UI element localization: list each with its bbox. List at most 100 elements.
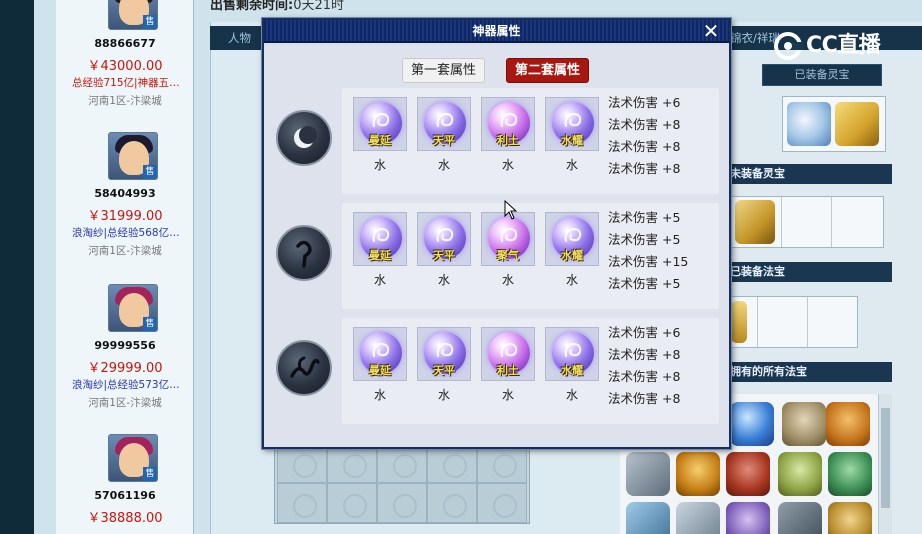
- seller-avatar[interactable]: 售: [108, 132, 158, 180]
- gem-frame: 曼延: [353, 212, 407, 266]
- gem-slot[interactable]: 天平水: [416, 327, 472, 403]
- dialog-title-bar[interactable]: 神器属性 ✕: [264, 20, 729, 43]
- gem-slot[interactable]: 水耀水: [544, 97, 600, 173]
- gem-name: 曼延: [369, 249, 391, 262]
- for-sale-badge: 售: [143, 15, 157, 29]
- seller-avatar[interactable]: 售: [108, 434, 158, 482]
- stat-line: 法术伤害 +8: [608, 161, 681, 176]
- listing-price: ￥29999.00: [87, 361, 163, 376]
- listing-id: 99999556: [94, 339, 156, 352]
- for-sale-badge: 售: [143, 317, 157, 331]
- gem-frame: 聚气: [481, 212, 535, 266]
- stat-line: 法术伤害 +8: [608, 347, 681, 362]
- gem-swirl-icon: [372, 227, 390, 243]
- gem-name: 水耀: [561, 249, 583, 262]
- listing-id: 58404993: [94, 187, 156, 200]
- gem-element: 水: [373, 273, 386, 287]
- listing-server: 河南1区-汴梁城: [88, 245, 162, 257]
- gem-swirl-icon: [436, 227, 454, 243]
- stat-line: 法术伤害 +5: [608, 210, 681, 225]
- gem-frame: 天平: [417, 97, 471, 151]
- second-set-button[interactable]: 第二套属性: [506, 58, 590, 83]
- gem-swirl-icon: [436, 112, 454, 128]
- gem-slot[interactable]: 曼延水: [352, 212, 408, 288]
- gem-swirl-icon: [372, 342, 390, 358]
- gem-slot[interactable]: 天平水: [416, 97, 472, 173]
- gem-name: 天平: [433, 249, 455, 262]
- seller-avatar[interactable]: 售: [108, 284, 158, 332]
- stat-line: 法术伤害 +8: [608, 117, 681, 132]
- stat-list: 法术伤害 +6 法术伤害 +8 法术伤害 +8 法术伤害 +8: [608, 322, 718, 410]
- gem-panel: 曼延水天平水利土水水耀水法术伤害 +6 法术伤害 +8 法术伤害 +8 法术伤害 +8: [342, 318, 719, 424]
- gem-slot[interactable]: 水耀水: [544, 327, 600, 403]
- stat-line: 法术伤害 +5: [608, 232, 681, 247]
- mouse-cursor-icon: [504, 200, 518, 220]
- gem-element: 水: [437, 273, 450, 287]
- dialog-body: 第一套属性 第二套属性 曼延水天平水利土水水耀水法术伤害 +6 法术伤害 +8 法术…: [264, 45, 729, 447]
- gem-name: 天平: [433, 134, 455, 147]
- listing-price: ￥38888.00: [87, 511, 163, 526]
- stat-line: 法术伤害 +8: [608, 139, 681, 154]
- gem-frame: 水耀: [545, 97, 599, 151]
- for-sale-badge: 售: [143, 165, 157, 179]
- gem-slot[interactable]: 水耀水: [544, 212, 600, 288]
- gem-element: 水: [437, 388, 450, 402]
- gem-swirl-icon: [500, 112, 518, 128]
- artifact-row: 曼延水天平水利土水水耀水法术伤害 +6 法术伤害 +8 法术伤害 +8 法术伤害 +8: [274, 318, 719, 426]
- artifact-row: 曼延水天平水聚气水水耀水法术伤害 +5 法术伤害 +5 法术伤害 +15 法术伤害 +…: [274, 203, 719, 311]
- vine-emblem[interactable]: [276, 340, 332, 396]
- gem-element: 水: [565, 388, 578, 402]
- listing-server: 河南1区-汴梁城: [88, 95, 162, 107]
- gem-panel: 曼延水天平水聚气水水耀水法术伤害 +5 法术伤害 +5 法术伤害 +15 法术伤害 +…: [342, 203, 719, 309]
- hook-icon: [296, 240, 312, 268]
- gem-frame: 利土: [481, 97, 535, 151]
- gem-name: 曼延: [369, 364, 391, 377]
- gem-name: 聚气: [497, 249, 519, 262]
- gem-swirl-icon: [500, 227, 518, 243]
- gem-name: 利土: [497, 364, 519, 377]
- crescent-moon-icon: [294, 126, 317, 148]
- gem-swirl-icon: [564, 112, 582, 128]
- gem-frame: 水耀: [545, 212, 599, 266]
- gem-slot[interactable]: 曼延水: [352, 327, 408, 403]
- stat-list: 法术伤害 +6 法术伤害 +8 法术伤害 +8 法术伤害 +8: [608, 92, 718, 180]
- artifact-row: 曼延水天平水利土水水耀水法术伤害 +6 法术伤害 +8 法术伤害 +8 法术伤害 +8: [274, 88, 719, 196]
- gem-element: 水: [437, 158, 450, 172]
- gem-frame: 利土: [481, 327, 535, 381]
- gem-swirl-icon: [372, 112, 390, 128]
- hook-emblem[interactable]: [276, 225, 332, 281]
- dialog-title: 神器属性: [472, 24, 521, 38]
- close-icon[interactable]: ✕: [701, 21, 721, 41]
- gem-slot[interactable]: 天平水: [416, 212, 472, 288]
- gem-name: 天平: [433, 364, 455, 377]
- gem-swirl-icon: [436, 342, 454, 358]
- gem-element: 水: [501, 158, 514, 172]
- gem-element: 水: [565, 158, 578, 172]
- stat-line: 法术伤害 +8: [608, 369, 681, 384]
- listing-description: 总经验715亿|神器五…: [72, 77, 180, 89]
- artifact-attributes-dialog: 神器属性 ✕ 第一套属性 第二套属性 曼延水天平水利土水水耀水法术伤害 +6 法术…: [262, 18, 731, 449]
- gem-frame: 天平: [417, 327, 471, 381]
- gem-slot[interactable]: 曼延水: [352, 97, 408, 173]
- gem-swirl-icon: [564, 227, 582, 243]
- gem-slot[interactable]: 利土水: [480, 97, 536, 173]
- gem-element: 水: [565, 273, 578, 287]
- first-set-button[interactable]: 第一套属性: [402, 58, 486, 83]
- gem-panel: 曼延水天平水利土水水耀水法术伤害 +6 法术伤害 +8 法术伤害 +8 法术伤害 +8: [342, 88, 719, 194]
- stat-line: 法术伤害 +15: [608, 254, 689, 269]
- stat-line: 法术伤害 +6: [608, 95, 681, 110]
- gem-slot[interactable]: 聚气水: [480, 212, 536, 288]
- stat-line: 法术伤害 +5: [608, 276, 681, 291]
- gem-name: 水耀: [561, 134, 583, 147]
- gem-element: 水: [373, 388, 386, 402]
- gem-name: 水耀: [561, 364, 583, 377]
- stat-line: 法术伤害 +6: [608, 325, 681, 340]
- gem-name: 利土: [497, 134, 519, 147]
- stat-line: 法术伤害 +8: [608, 391, 681, 406]
- seller-avatar[interactable]: 售: [108, 0, 158, 30]
- gem-element: 水: [501, 388, 514, 402]
- crescent-moon-emblem[interactable]: [276, 110, 332, 166]
- gem-slot[interactable]: 利土水: [480, 327, 536, 403]
- gem-frame: 水耀: [545, 327, 599, 381]
- listing-description: 浪淘纱|总经验573亿…: [72, 379, 180, 391]
